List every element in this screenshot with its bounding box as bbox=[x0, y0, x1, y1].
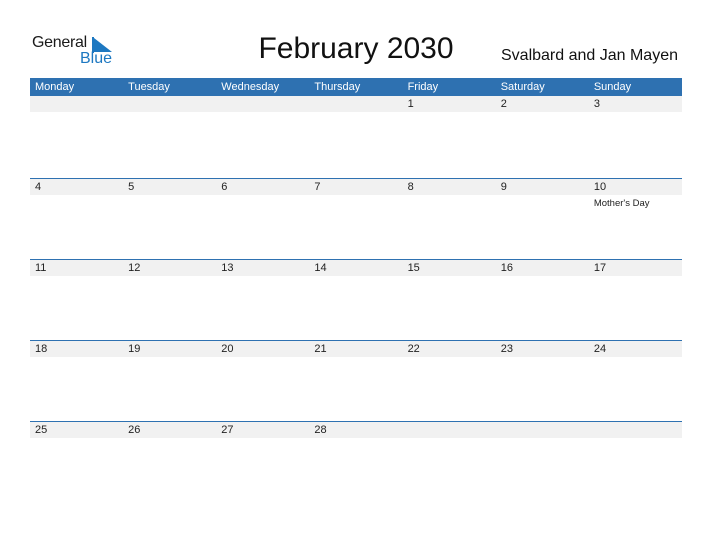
weekday-friday: Friday bbox=[407, 81, 439, 93]
day-cell: 4 bbox=[30, 179, 123, 239]
day-number: 24 bbox=[593, 343, 607, 355]
week-row: 1 2 3 bbox=[30, 96, 682, 176]
day-cell: 8 bbox=[403, 179, 496, 239]
day-number: 13 bbox=[221, 262, 234, 274]
day-cell bbox=[123, 96, 216, 156]
weekday-wednesday: Wednesday bbox=[221, 81, 280, 93]
day-cell: 12 bbox=[123, 260, 216, 320]
day-cell bbox=[216, 96, 309, 156]
day-cell: 18 bbox=[30, 341, 123, 401]
day-cell: 21 bbox=[309, 341, 402, 401]
day-number: 26 bbox=[128, 424, 141, 436]
day-number: 9 bbox=[500, 181, 507, 193]
day-cell: 16 bbox=[496, 260, 589, 320]
day-number: 3 bbox=[593, 98, 600, 110]
week-row: 25 26 27 28 bbox=[30, 421, 682, 502]
weekday-sunday: Sunday bbox=[593, 81, 632, 93]
day-cell: 13 bbox=[216, 260, 309, 320]
week-row: 18 19 20 21 22 23 24 bbox=[30, 340, 682, 421]
day-cell: 23 bbox=[496, 341, 589, 401]
day-number: 2 bbox=[500, 98, 507, 110]
day-number: 8 bbox=[407, 181, 414, 193]
day-number: 6 bbox=[221, 181, 228, 193]
day-number: 28 bbox=[314, 424, 327, 436]
day-cell: 1 bbox=[403, 96, 496, 156]
region-label: Svalbard and Jan Mayen bbox=[501, 47, 678, 64]
day-cell: 22 bbox=[403, 341, 496, 401]
day-number: 15 bbox=[407, 262, 420, 274]
day-cell: 6 bbox=[216, 179, 309, 239]
day-number: 22 bbox=[407, 343, 420, 355]
day-cell: 17 bbox=[589, 260, 682, 320]
day-cell bbox=[496, 422, 589, 482]
day-number: 18 bbox=[35, 343, 48, 355]
day-cell: 10 Mother's Day bbox=[589, 179, 682, 239]
holiday-label: Mother's Day bbox=[593, 198, 650, 209]
weekday-tuesday: Tuesday bbox=[128, 81, 170, 93]
day-number: 12 bbox=[128, 262, 141, 274]
day-cell: 3 bbox=[589, 96, 682, 156]
day-cell bbox=[309, 96, 402, 156]
day-number: 19 bbox=[128, 343, 141, 355]
day-cell: 28 bbox=[309, 422, 402, 482]
weekday-thursday: Thursday bbox=[314, 81, 361, 93]
day-number: 1 bbox=[407, 98, 414, 110]
day-cell: 2 bbox=[496, 96, 589, 156]
weekday-header: Monday Tuesday Wednesday Thursday Friday… bbox=[30, 78, 682, 96]
day-cell: 25 bbox=[30, 422, 123, 482]
day-number: 20 bbox=[221, 343, 234, 355]
day-cell: 20 bbox=[216, 341, 309, 401]
day-cell: 11 bbox=[30, 260, 123, 320]
day-cell: 26 bbox=[123, 422, 216, 482]
day-number: 25 bbox=[35, 424, 48, 436]
day-number: 16 bbox=[500, 262, 513, 274]
day-cell: 9 bbox=[496, 179, 589, 239]
day-cell bbox=[589, 422, 682, 482]
week-row: 4 5 6 7 8 9 10 Mother's Day bbox=[30, 178, 682, 259]
day-cell bbox=[403, 422, 496, 482]
day-number: 11 bbox=[35, 262, 47, 274]
day-cell: 27 bbox=[216, 422, 309, 482]
day-number: 23 bbox=[500, 343, 513, 355]
day-number: 10 bbox=[593, 181, 607, 193]
day-number: 27 bbox=[221, 424, 234, 436]
week-row: 11 12 13 14 15 16 17 bbox=[30, 259, 682, 340]
day-cell: 24 bbox=[589, 341, 682, 401]
day-number: 21 bbox=[314, 343, 327, 355]
weekday-saturday: Saturday bbox=[500, 81, 545, 93]
day-number: 4 bbox=[35, 181, 42, 193]
day-cell: 19 bbox=[123, 341, 216, 401]
day-cell: 7 bbox=[309, 179, 402, 239]
day-number: 14 bbox=[314, 262, 327, 274]
day-cell: 14 bbox=[309, 260, 402, 320]
day-number: 7 bbox=[314, 181, 321, 193]
day-number: 17 bbox=[593, 262, 607, 274]
day-cell bbox=[30, 96, 123, 156]
day-cell: 5 bbox=[123, 179, 216, 239]
weekday-monday: Monday bbox=[35, 81, 75, 93]
day-number: 5 bbox=[128, 181, 135, 193]
day-cell: 15 bbox=[403, 260, 496, 320]
